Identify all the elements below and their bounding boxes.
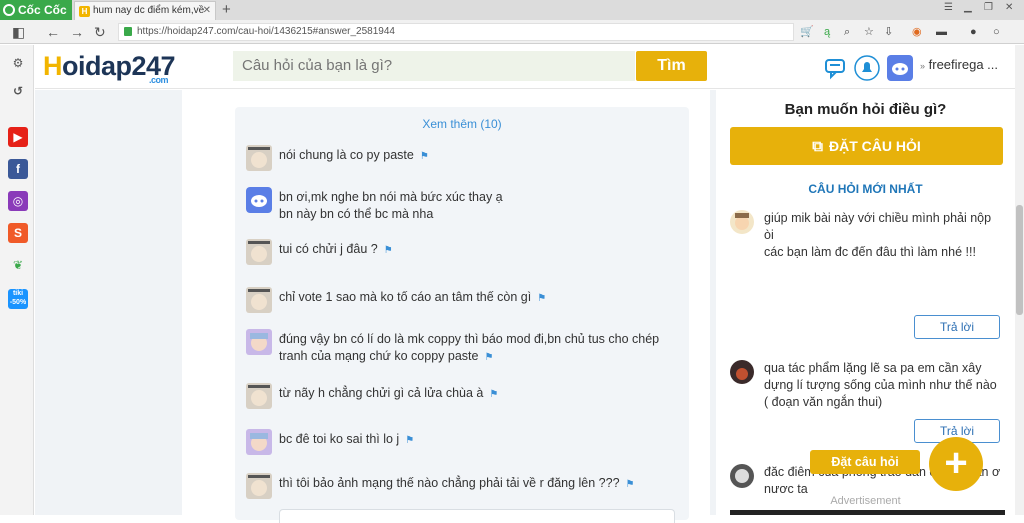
- browser-sidebar: ⚙ ↺ ▶ f ◎ S ❦ tiki -50%: [0, 45, 34, 515]
- url-input[interactable]: https://hoidap247.com/cau-hoi/1436215#an…: [118, 23, 794, 41]
- tab-title: hum nay dc điểm kém,về: [93, 5, 205, 16]
- meme-avatar[interactable]: [246, 145, 272, 171]
- meme-avatar[interactable]: [246, 287, 272, 313]
- floating-ask-label[interactable]: Đặt câu hỏi: [810, 450, 920, 474]
- right-sidebar: Bạn muốn hỏi điều gì? ⧉ ĐẶT CÂU HỎI CÂU H…: [716, 90, 1015, 515]
- chat-icon[interactable]: [823, 55, 849, 81]
- maximize-icon[interactable]: ❐: [984, 2, 993, 13]
- user-avatar[interactable]: [730, 360, 754, 384]
- messenger-icon[interactable]: ◎: [8, 191, 28, 211]
- zoom-icon[interactable]: ⌕: [844, 24, 850, 40]
- user-avatar[interactable]: [730, 210, 754, 234]
- history-icon[interactable]: ↺: [8, 81, 28, 101]
- chevron-down-icon: »: [920, 61, 926, 71]
- meme-avatar[interactable]: [246, 473, 272, 499]
- search-button[interactable]: Tìm: [636, 51, 707, 81]
- anime-avatar[interactable]: [246, 329, 272, 355]
- report-flag-icon[interactable]: ⚑: [626, 479, 635, 490]
- site-logo[interactable]: Hoidap247 .com: [43, 51, 176, 85]
- see-more-link[interactable]: Xem thêm (10): [235, 117, 689, 131]
- report-flag-icon[interactable]: ⚑: [537, 293, 546, 304]
- cart-icon[interactable]: 🛒: [800, 24, 814, 40]
- scrollbar-thumb[interactable]: [1016, 205, 1023, 315]
- hoidap-favicon-icon: H: [79, 6, 90, 17]
- website: Hoidap247 .com Tìm » freefirega ... Xem …: [35, 45, 1015, 523]
- user-avatar[interactable]: [730, 464, 754, 488]
- report-flag-icon[interactable]: ⚑: [484, 352, 493, 363]
- leaf-icon[interactable]: ❦: [8, 255, 28, 275]
- advertisement-label: Advertisement: [830, 495, 901, 507]
- reload-icon[interactable]: ↻: [94, 23, 106, 41]
- page-scrollbar[interactable]: [1015, 45, 1024, 515]
- plus-icon: +: [944, 441, 968, 485]
- lock-icon: [124, 27, 132, 36]
- discord-avatar[interactable]: [246, 187, 272, 213]
- username-menu[interactable]: » freefirega ...: [920, 57, 998, 72]
- comment-input[interactable]: [279, 509, 675, 523]
- gear-icon[interactable]: ⚙: [8, 53, 28, 73]
- facebook-icon[interactable]: f: [8, 159, 28, 179]
- floating-ask-button[interactable]: +: [929, 437, 983, 491]
- search-input[interactable]: [233, 51, 635, 81]
- browser-menu-icon[interactable]: ☰: [944, 2, 953, 13]
- report-flag-icon[interactable]: ⚑: [420, 151, 429, 162]
- question-text[interactable]: qua tác phẩm lặng lẽ sa pa em cần xây dự…: [764, 360, 1002, 411]
- tiki-icon[interactable]: tiki -50%: [8, 289, 28, 309]
- new-tab-button[interactable]: +: [222, 0, 231, 20]
- report-flag-icon[interactable]: ⚑: [489, 389, 498, 400]
- youtube-icon[interactable]: ▶: [8, 127, 28, 147]
- profile-icon[interactable]: ●: [970, 24, 977, 40]
- translate-icon[interactable]: ą: [824, 24, 830, 40]
- reply-button[interactable]: Trả lời: [914, 315, 1000, 339]
- meme-avatar[interactable]: [246, 383, 272, 409]
- discord-avatar-icon[interactable]: [887, 55, 913, 81]
- close-window-icon[interactable]: ✕: [1005, 2, 1013, 13]
- back-icon[interactable]: ←: [46, 23, 60, 41]
- anime-avatar[interactable]: [246, 429, 272, 455]
- ask-question-button[interactable]: ⧉ ĐẶT CÂU HỎI: [730, 127, 1003, 165]
- shopee-icon[interactable]: S: [8, 223, 28, 243]
- latest-questions-title: CÂU HỎI MỚI NHẤT: [808, 182, 923, 196]
- question-text[interactable]: giúp mik bài này với chiều mình phải nộp…: [764, 210, 1002, 261]
- ask-question-icon: ⧉: [812, 138, 823, 155]
- address-bar: ◧ ← → ↻ https://hoidap247.com/cau-hoi/14…: [0, 20, 1024, 44]
- report-flag-icon[interactable]: ⚑: [405, 435, 414, 446]
- meme-avatar[interactable]: [246, 239, 272, 265]
- site-header: Hoidap247 .com Tìm » freefirega ...: [35, 45, 1015, 89]
- extension-icon[interactable]: ◉: [912, 24, 922, 40]
- advertisement-banner[interactable]: [730, 510, 1005, 515]
- forward-icon[interactable]: →: [70, 23, 84, 41]
- minimize-icon[interactable]: ▁: [964, 2, 972, 13]
- report-flag-icon[interactable]: ⚑: [384, 245, 393, 256]
- bookmark-star-icon[interactable]: ☆: [864, 24, 874, 40]
- ask-title: Bạn muốn hỏi điều gì?: [784, 101, 947, 118]
- browser-tab-bar: Cốc Cốc H hum nay dc điểm kém,về ✕ + ☰ ▁…: [0, 0, 1024, 20]
- bell-icon[interactable]: [854, 55, 880, 81]
- browser-tab[interactable]: H hum nay dc điểm kém,về ✕: [74, 1, 216, 20]
- settings-circle-icon[interactable]: ○: [993, 24, 1000, 40]
- tab-close-icon[interactable]: ✕: [203, 2, 211, 20]
- download-icon[interactable]: ⇩: [884, 24, 893, 40]
- coccoc-logo-icon: [3, 4, 15, 16]
- sidebar-toggle-icon[interactable]: ◧: [12, 23, 25, 41]
- browser-brand[interactable]: Cốc Cốc: [0, 0, 72, 20]
- comment-section: Xem thêm (10) nói chung là co py paste ⚑ …: [235, 107, 689, 523]
- extension-2-icon[interactable]: ▬: [936, 24, 947, 40]
